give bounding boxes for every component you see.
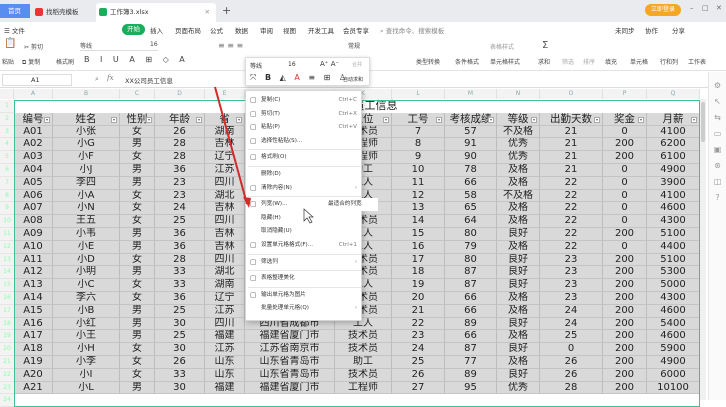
- red-arrow-head: [243, 197, 251, 208]
- annotation-overlay: [214, 86, 314, 224]
- mouse-cursor-icon: [303, 208, 314, 224]
- red-arrow-line: [214, 86, 248, 205]
